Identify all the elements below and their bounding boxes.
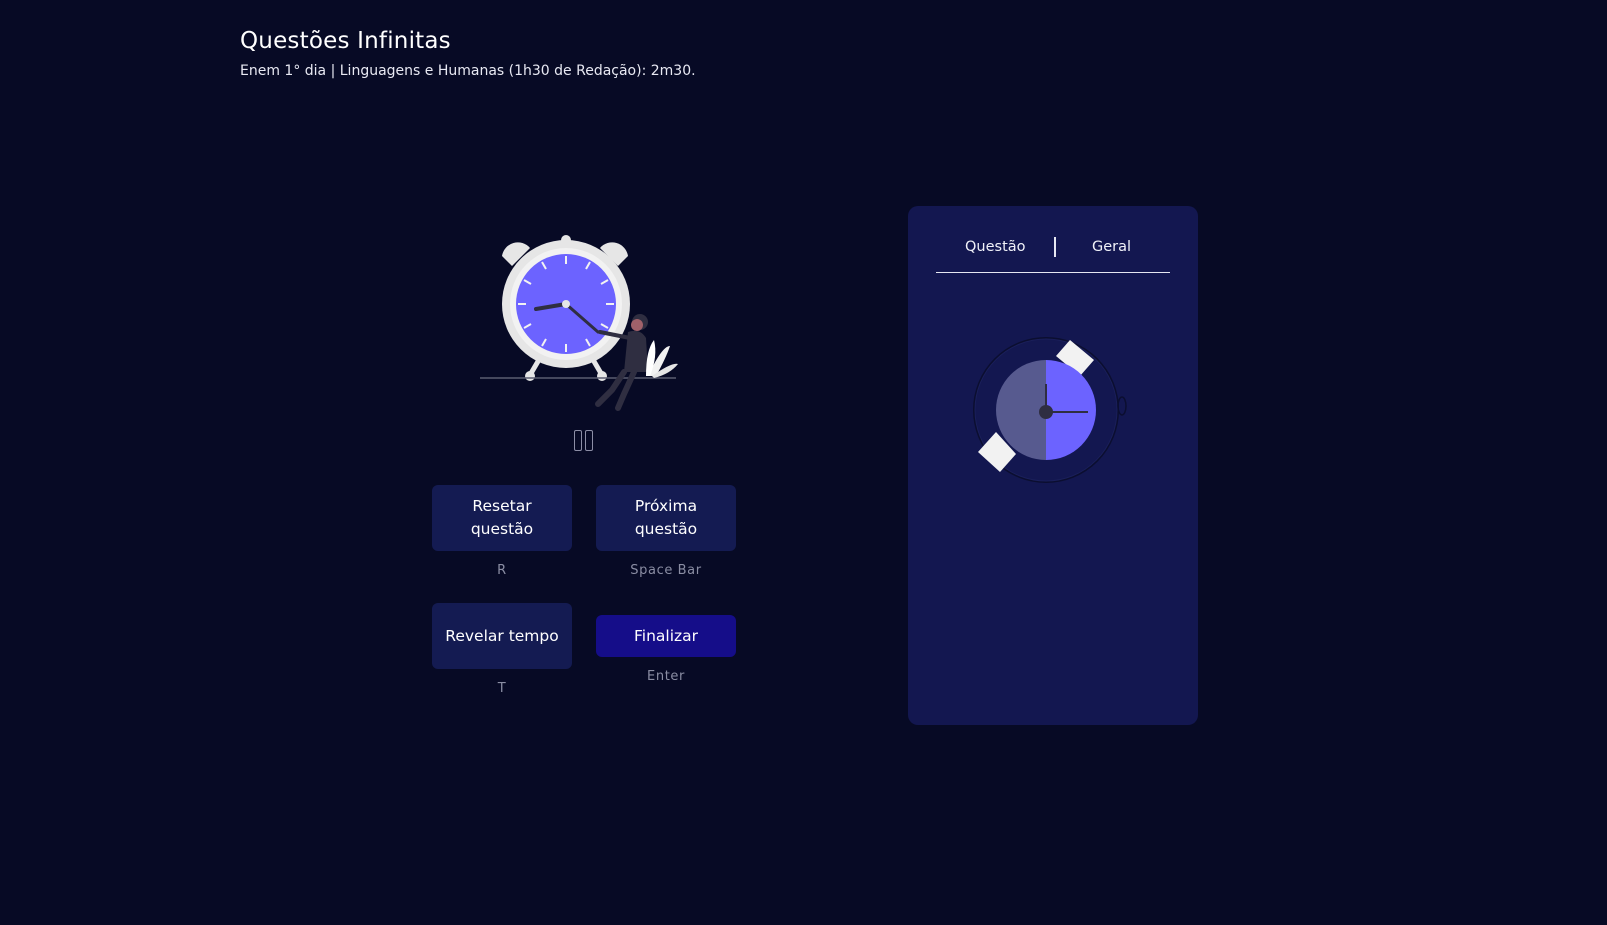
pause-icon[interactable] bbox=[574, 430, 594, 451]
finish-control: Finalizar Enter bbox=[596, 615, 736, 684]
alarm-clock-illustration bbox=[480, 235, 678, 411]
finish-shortcut-hint: Enter bbox=[647, 669, 685, 684]
page-title: Questões Infinitas bbox=[240, 28, 451, 54]
tab-separator bbox=[1054, 237, 1056, 257]
next-control: Próxima questão Space Bar bbox=[596, 485, 736, 578]
stats-panel: Questão Geral bbox=[908, 206, 1198, 725]
reset-shortcut-hint: R bbox=[497, 563, 507, 578]
header: Questões Infinitas Enem 1° dia | Linguag… bbox=[240, 28, 696, 79]
reveal-control: Revelar tempo T bbox=[432, 603, 572, 696]
next-shortcut-hint: Space Bar bbox=[630, 563, 702, 578]
pause-bar-left bbox=[574, 430, 582, 451]
stopwatch-illustration bbox=[973, 337, 1127, 483]
stats-tabs: Questão Geral bbox=[936, 226, 1170, 273]
finish-button[interactable]: Finalizar bbox=[596, 615, 736, 657]
reset-question-button[interactable]: Resetar questão bbox=[432, 485, 572, 551]
exam-subtitle: Enem 1° dia | Linguagens e Humanas (1h30… bbox=[240, 63, 696, 79]
pause-bar-right bbox=[585, 430, 593, 451]
reveal-shortcut-hint: T bbox=[497, 681, 507, 696]
tab-geral[interactable]: Geral bbox=[1092, 239, 1131, 255]
page: Questões Infinitas Enem 1° dia | Linguag… bbox=[0, 0, 1607, 925]
reset-control: Resetar questão R bbox=[432, 485, 572, 578]
tab-questao[interactable]: Questão bbox=[965, 239, 1026, 255]
next-question-button[interactable]: Próxima questão bbox=[596, 485, 736, 551]
reveal-time-button[interactable]: Revelar tempo bbox=[432, 603, 572, 669]
